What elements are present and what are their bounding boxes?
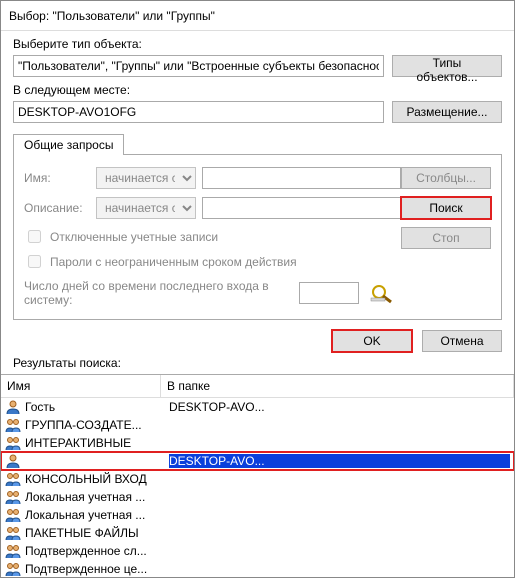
ok-button[interactable]: OK xyxy=(332,330,412,352)
locations-button[interactable]: Размещение... xyxy=(392,101,502,123)
result-name: Подтвержденное сл... xyxy=(25,544,165,558)
dialog-button-row: OK Отмена xyxy=(1,320,514,356)
result-folder: DESKTOP-AVO... xyxy=(169,454,510,468)
desc-label: Описание: xyxy=(24,201,90,215)
disabled-accounts-checkbox[interactable] xyxy=(28,230,41,243)
name-mode-select[interactable]: начинается с xyxy=(96,167,196,189)
results-row[interactable]: DESKTOP-AVO... xyxy=(1,452,514,470)
tab-strip: Общие запросы xyxy=(13,134,502,155)
user-icon xyxy=(5,399,21,415)
group-icon xyxy=(5,543,21,559)
result-name: ПАКЕТНЫЕ ФАЙЛЫ xyxy=(25,526,165,540)
result-folder: DESKTOP-AVO... xyxy=(169,400,510,414)
name-input[interactable] xyxy=(202,167,401,189)
no-pwd-expiry-checkbox[interactable] xyxy=(28,255,41,268)
object-type-label: Выберите тип объекта: xyxy=(13,37,502,51)
stop-button[interactable]: Стоп xyxy=(401,227,491,249)
results-row[interactable]: ИНТЕРАКТИВНЫЕ xyxy=(1,434,514,452)
col-header-folder[interactable]: В папке xyxy=(161,375,514,397)
search-button[interactable]: Поиск xyxy=(401,197,491,219)
location-section: В следующем месте: Размещение... xyxy=(1,77,514,123)
results-row[interactable]: Локальная учетная ... xyxy=(1,488,514,506)
group-icon xyxy=(5,489,21,505)
results-row[interactable]: Гость DESKTOP-AVO... xyxy=(1,398,514,416)
results-row[interactable]: Подтвержденное це... xyxy=(1,560,514,577)
days-since-logon-label: Число дней со времени последнего входа в… xyxy=(24,279,291,307)
results-row[interactable]: Локальная учетная ... xyxy=(1,506,514,524)
group-icon xyxy=(5,417,21,433)
results-pane: Имя В папке Гость DESKTOP-AVO... ГРУППА-СО… xyxy=(1,374,514,577)
disabled-accounts-label: Отключенные учетные записи xyxy=(50,230,218,244)
location-field[interactable] xyxy=(13,101,384,123)
days-since-logon-input[interactable] xyxy=(299,282,359,304)
location-label: В следующем месте: xyxy=(13,83,502,97)
no-pwd-expiry-label: Пароли с неограниченным сроком действия xyxy=(50,255,297,269)
object-types-button[interactable]: Типы объектов... xyxy=(392,55,502,77)
result-name: ГРУППА-СОЗДАТЕ... xyxy=(25,418,165,432)
tab-common-queries[interactable]: Общие запросы xyxy=(13,134,124,155)
results-label: Результаты поиска: xyxy=(1,356,514,374)
query-form: Имя: начинается с Описание: начинается с… xyxy=(24,167,401,307)
results-row[interactable]: ПАКЕТНЫЕ ФАЙЛЫ xyxy=(1,524,514,542)
result-name: Гость xyxy=(25,400,165,414)
title-bar: Выбор: "Пользователи" или "Группы" xyxy=(1,1,514,31)
desc-mode-select[interactable]: начинается с xyxy=(96,197,196,219)
close-button[interactable] xyxy=(469,1,514,31)
result-name: Локальная учетная ... xyxy=(25,490,165,504)
results-row[interactable]: Подтвержденное сл... xyxy=(1,542,514,560)
group-icon xyxy=(5,435,21,451)
group-icon xyxy=(5,525,21,541)
results-list[interactable]: Имя В папке Гость DESKTOP-AVO... ГРУППА-СО… xyxy=(1,375,514,577)
object-type-section: Выберите тип объекта: Типы объектов... xyxy=(1,31,514,77)
result-name: Подтвержденное це... xyxy=(25,562,165,576)
group-icon xyxy=(5,471,21,487)
name-label: Имя: xyxy=(24,171,90,185)
cancel-button[interactable]: Отмена xyxy=(422,330,502,352)
results-row[interactable]: КОНСОЛЬНЫЙ ВХОД xyxy=(1,470,514,488)
columns-button[interactable]: Столбцы... xyxy=(401,167,491,189)
results-header: Имя В папке xyxy=(1,375,514,398)
window-title: Выбор: "Пользователи" или "Группы" xyxy=(9,9,469,23)
query-side-buttons: Столбцы... Поиск Стоп xyxy=(411,167,491,307)
col-header-name[interactable]: Имя xyxy=(1,375,161,397)
result-name: КОНСОЛЬНЫЙ ВХОД xyxy=(25,472,165,486)
desc-input[interactable] xyxy=(202,197,401,219)
user-icon xyxy=(5,453,21,469)
result-name: Локальная учетная ... xyxy=(25,508,165,522)
group-icon xyxy=(5,507,21,523)
results-row[interactable]: ГРУППА-СОЗДАТЕ... xyxy=(1,416,514,434)
query-groupbox: Общие запросы Имя: начинается с Описание… xyxy=(13,133,502,320)
result-name: ИНТЕРАКТИВНЫЕ xyxy=(25,436,165,450)
object-type-field[interactable] xyxy=(13,55,384,77)
find-icon xyxy=(367,282,401,304)
group-icon xyxy=(5,561,21,577)
